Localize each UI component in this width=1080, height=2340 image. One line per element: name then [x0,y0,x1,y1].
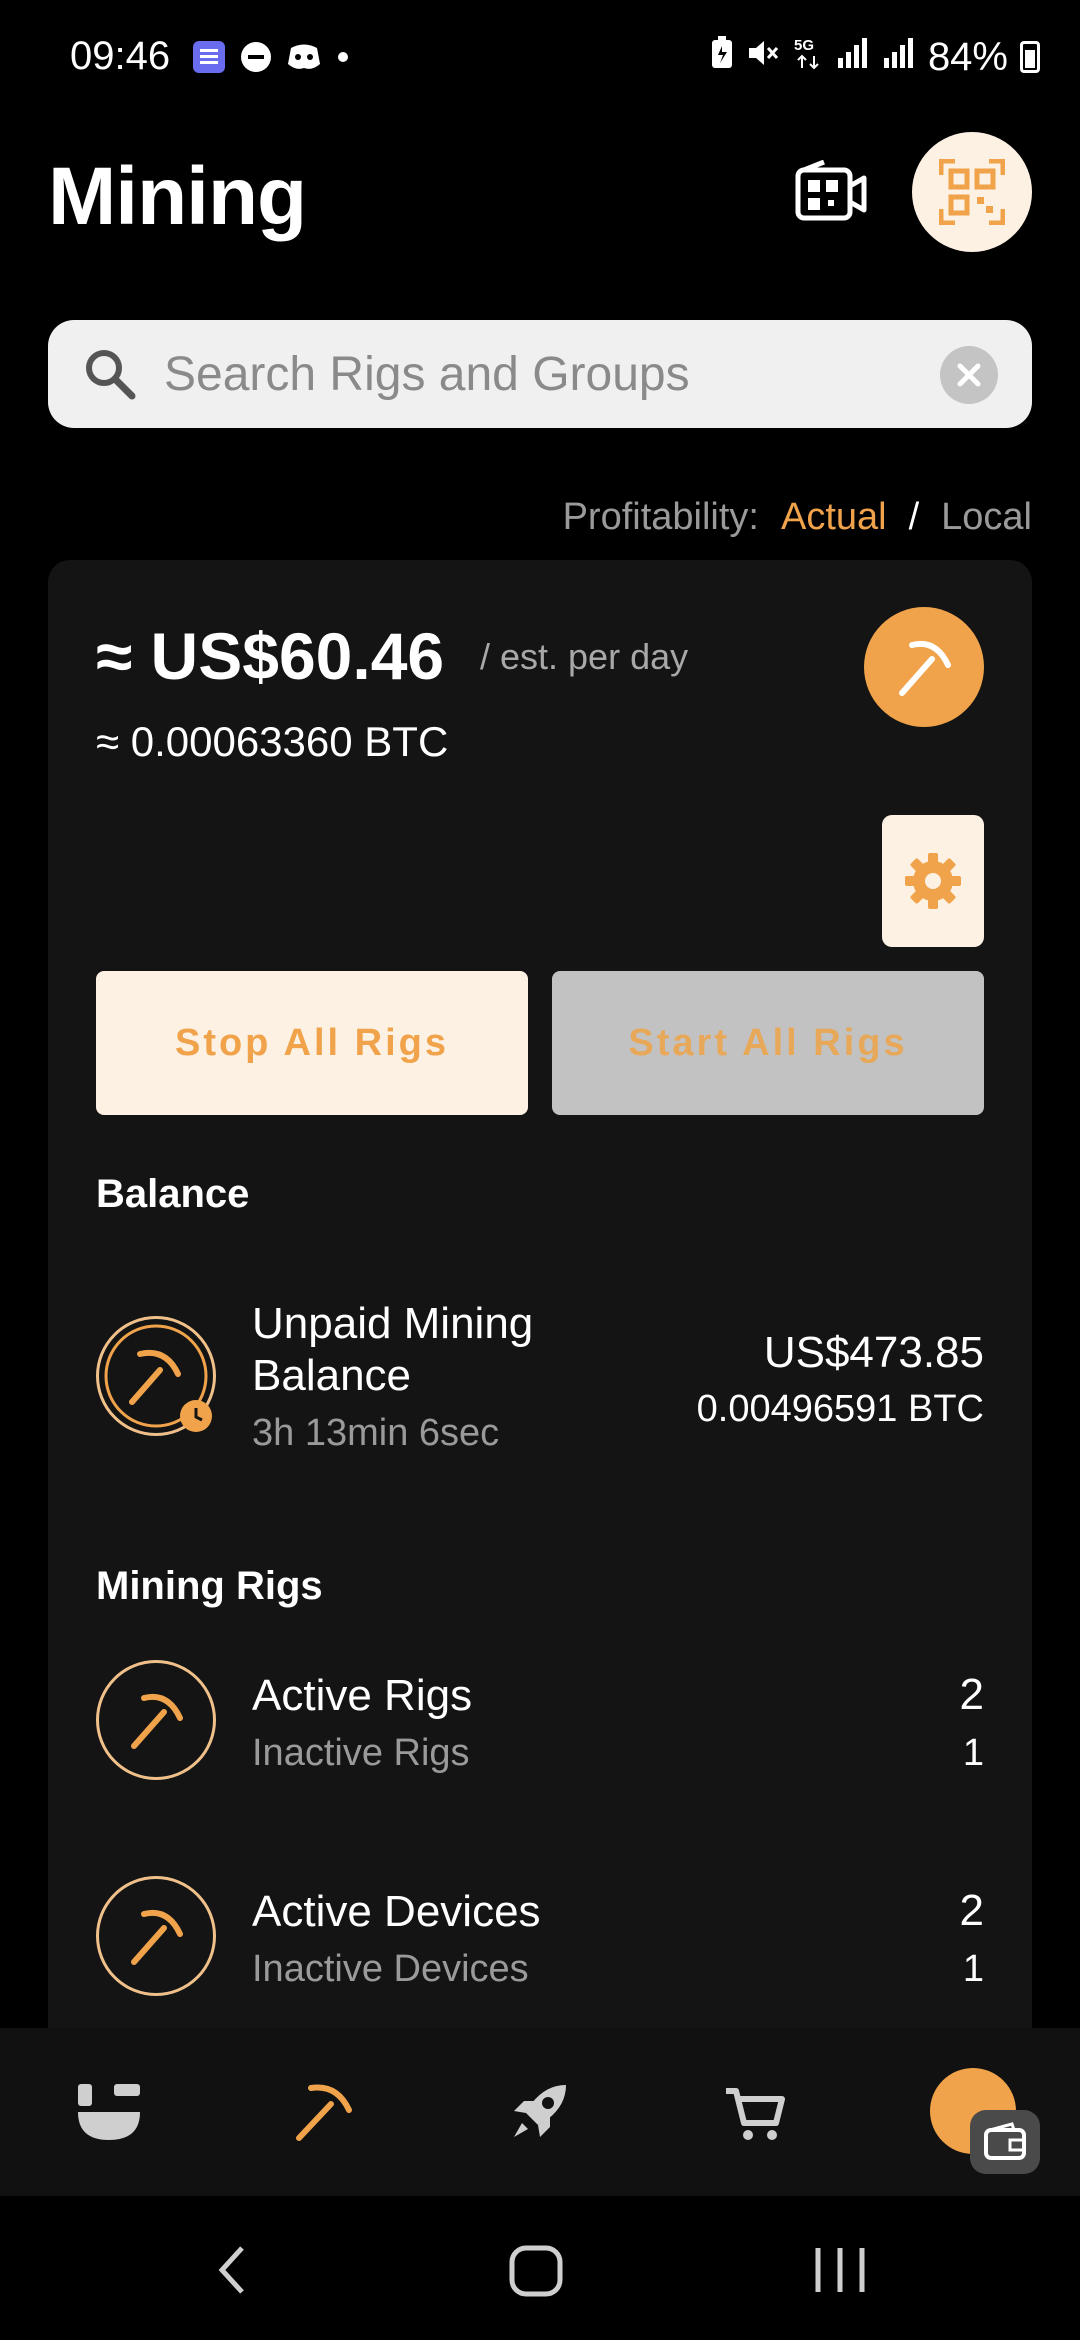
estimated-usd-per-day: ≈ US$60.46 [96,619,445,693]
qr-code-icon [939,159,1005,225]
nicehash-logo-icon [78,2084,140,2140]
inactive-rigs-label: Inactive Rigs [252,1732,470,1774]
cart-icon [726,2088,785,2140]
signal-icon-2 [882,35,916,80]
stop-all-rigs-button[interactable]: Stop All Rigs [96,971,528,1115]
profitability-local-option[interactable]: Local [941,496,1032,539]
active-rigs-label: Active Rigs [252,1671,473,1720]
pickaxe-icon [296,2084,352,2141]
unpaid-balance-timer: 3h 13min 6sec [252,1412,500,1454]
per-day-label: / est. per day [480,636,689,677]
home-button[interactable] [508,2240,564,2305]
status-time: 09:46 [70,34,171,78]
discord-icon [286,42,322,77]
gear-icon [905,853,961,909]
balance-section-title: Balance [96,1172,250,1216]
page-title: Mining [48,151,307,242]
nav-boost[interactable] [494,2072,584,2152]
battery-percent: 84% [927,34,1008,79]
battery-icon [1020,41,1040,73]
unpaid-balance-btc: 0.00496591 BTC [696,1388,984,1430]
svg-text:5G: 5G [794,37,814,54]
rig-qr-icon [795,159,867,221]
unpaid-balance-title: Unpaid Mining Balance [252,1299,534,1400]
qr-scan-button[interactable] [912,132,1032,252]
profitability-actual-option[interactable]: Actual [781,496,887,539]
inactive-devices-label: Inactive Devices [252,1948,529,1990]
recents-icon [815,2248,865,2292]
status-bar: 09:46 5G 84% [0,0,1080,110]
search-bar [48,320,1032,428]
5g-icon: 5G [792,34,824,80]
dot-icon [336,50,350,69]
signal-icon [836,35,870,80]
battery-saver-icon [710,35,734,80]
nav-home[interactable] [64,2072,154,2152]
clear-search-icon[interactable] [940,346,998,404]
home-icon [509,2245,563,2297]
settings-button[interactable] [882,815,984,947]
profitability-separator: / [908,496,920,538]
unpaid-balance-usd: US$473.85 [763,1328,984,1377]
back-button[interactable] [212,2240,252,2305]
nav-mining[interactable] [278,2072,368,2152]
bottom-navigation [0,2028,1080,2196]
pickaxe-icon [899,641,951,696]
estimated-btc-per-day: ≈ 0.00063360 BTC [96,718,449,765]
start-all-rigs-button[interactable]: Start All Rigs [552,971,984,1115]
active-devices-count: 2 [959,1886,984,1935]
balance-pickaxe-icon [96,1316,216,1436]
mute-icon [746,35,780,80]
search-input[interactable] [164,344,944,404]
rocket-icon [514,2085,566,2137]
do-not-disturb-icon [240,41,272,78]
mining-rigs-section-title: Mining Rigs [96,1564,323,1608]
nav-marketplace[interactable] [710,2072,800,2152]
active-devices-label: Active Devices [252,1887,541,1936]
devices-pickaxe-icon [96,1876,216,1996]
inactive-devices-count: 1 [962,1948,984,1990]
rigs-pickaxe-icon [96,1660,216,1780]
inactive-rigs-count: 1 [962,1732,984,1774]
rig-scan-button[interactable] [794,159,870,226]
search-icon [82,346,138,407]
list-app-icon [192,40,226,79]
system-navigation [0,2196,1080,2340]
mining-action-button[interactable] [864,607,984,727]
wallet-icon [970,2110,1040,2174]
active-rigs-count: 2 [959,1670,984,1719]
profitability-toggle: Profitability: Actual / Local [563,496,1032,539]
recents-button[interactable] [812,2240,868,2305]
back-icon [218,2246,244,2294]
profitability-label: Profitability: [562,496,759,538]
